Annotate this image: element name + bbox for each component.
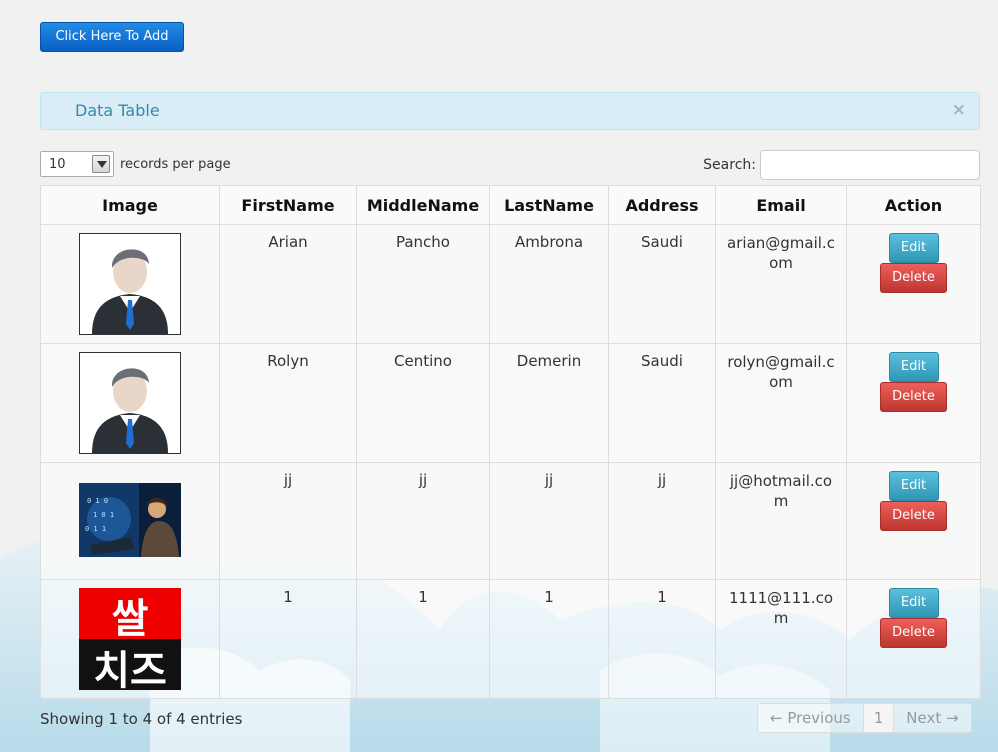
table-row: Arian Pancho Ambrona Saudi arian@gmail.c… [40,224,981,344]
table-row: 쌀 치즈 1 1 1 1 1111@111.com Edit Delete [40,579,981,699]
chevron-down-icon[interactable] [92,155,110,173]
page-length-value: 10 [49,157,66,172]
image-cell [40,343,220,463]
delete-button[interactable]: Delete [880,382,947,412]
korean-text-logo: 쌀 치즈 [79,588,181,690]
search-box: Search: [703,150,980,180]
email-cell: 1111@111.com [715,579,847,699]
records-per-page: 10 records per page [40,150,231,178]
action-cell: Edit Delete [846,579,981,699]
logo-text-bottom: 치즈 [93,648,167,690]
delete-button[interactable]: Delete [880,501,947,531]
middlename-cell: jj [356,462,490,580]
address-cell: jj [608,462,716,580]
column-header-firstname[interactable]: FirstName [219,185,357,225]
column-header-image[interactable]: Image [40,185,220,225]
table-info: Showing 1 to 4 of 4 entries [40,710,243,728]
firstname-cell: 1 [219,579,357,699]
logo-text-top: 쌀 [112,596,149,642]
data-table-panel: Data Table × [40,92,980,130]
address-cell: 1 [608,579,716,699]
column-header-middlename[interactable]: MiddleName [356,185,490,225]
page-number-button[interactable]: 1 [862,704,895,732]
hacker-photo: 0 1 0 1 0 1 0 1 1 [79,483,181,557]
address-cell: Saudi [608,343,716,463]
delete-button[interactable]: Delete [880,618,947,648]
close-icon[interactable]: × [952,100,966,120]
column-header-lastname[interactable]: LastName [489,185,609,225]
table-row: 0 1 0 1 0 1 0 1 1 jj jj jj jj jj@hotmail… [40,462,981,580]
page-length-label: records per page [120,156,231,172]
svg-text:1 0 1: 1 0 1 [93,511,114,519]
email-cell: jj@hotmail.com [715,462,847,580]
firstname-cell: Arian [219,224,357,344]
lastname-cell: jj [489,462,609,580]
image-cell: 쌀 치즈 [40,579,220,699]
lastname-cell: 1 [489,579,609,699]
email-cell: rolyn@gmail.com [715,343,847,463]
image-cell: 0 1 0 1 0 1 0 1 1 [40,462,220,580]
edit-button[interactable]: Edit [888,471,939,501]
edit-button[interactable]: Edit [888,588,939,618]
action-cell: Edit Delete [846,224,981,344]
edit-button[interactable]: Edit [888,352,939,382]
address-cell: Saudi [608,224,716,344]
firstname-cell: jj [219,462,357,580]
lastname-cell: Ambrona [489,224,609,344]
image-cell [40,224,220,344]
avatar-icon [79,233,181,335]
email-cell: arian@gmail.com [715,224,847,344]
middlename-cell: Pancho [356,224,490,344]
action-cell: Edit Delete [846,462,981,580]
middlename-cell: Centino [356,343,490,463]
previous-page-button[interactable]: ← Previous [758,704,863,732]
lastname-cell: Demerin [489,343,609,463]
page-length-select[interactable]: 10 [40,151,114,177]
delete-button[interactable]: Delete [880,263,947,293]
column-header-action: Action [846,185,981,225]
firstname-cell: Rolyn [219,343,357,463]
table-row: Rolyn Centino Demerin Saudi rolyn@gmail.… [40,343,981,463]
add-record-button[interactable]: Click Here To Add [40,22,184,52]
table-header-row: Image FirstName MiddleName LastName Addr… [40,185,981,225]
svg-text:0 1 1: 0 1 1 [85,525,106,533]
panel-title: Data Table [75,101,160,120]
avatar-icon [79,352,181,454]
svg-text:0 1 0: 0 1 0 [87,497,108,505]
search-label: Search: [703,157,756,173]
next-page-button[interactable]: Next → [894,704,970,732]
column-header-address[interactable]: Address [608,185,716,225]
middlename-cell: 1 [356,579,490,699]
search-input[interactable] [760,150,980,180]
action-cell: Edit Delete [846,343,981,463]
pagination: ← Previous 1 Next → [757,703,972,733]
data-table: Image FirstName MiddleName LastName Addr… [40,185,981,699]
edit-button[interactable]: Edit [888,233,939,263]
column-header-email[interactable]: Email [715,185,847,225]
